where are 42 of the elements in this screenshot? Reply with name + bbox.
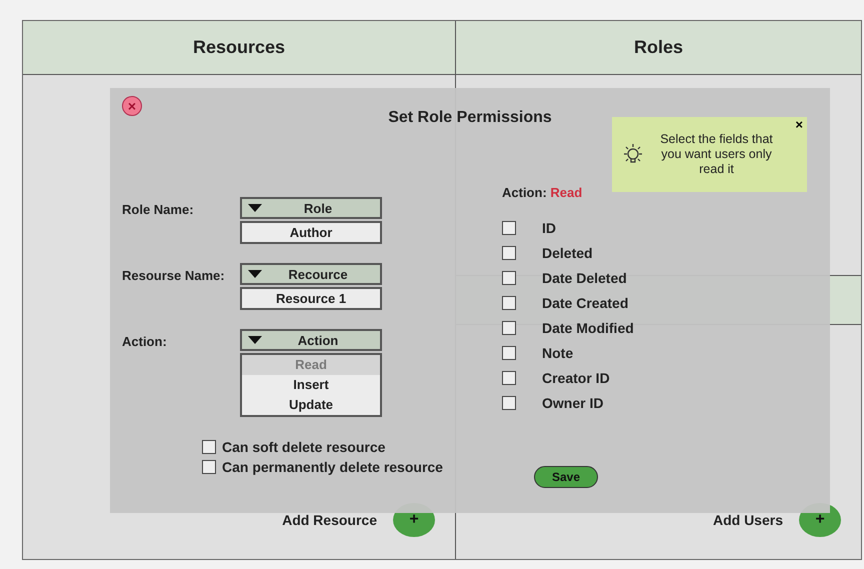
- checkbox[interactable]: [502, 396, 516, 410]
- dropdown-option[interactable]: Insert: [242, 375, 380, 395]
- checkbox[interactable]: [502, 296, 516, 310]
- checkbox-label: Date Modified: [542, 320, 634, 336]
- checkbox[interactable]: [502, 370, 516, 384]
- caret-icon: [248, 270, 262, 278]
- action-text: Action: Read: [502, 185, 584, 200]
- dropdown[interactable]: Action: [240, 329, 382, 351]
- field-label: Resourse Name:: [122, 268, 226, 283]
- field-label: Action:: [122, 334, 168, 349]
- dropdown-value: Resource 1: [240, 287, 382, 310]
- caret-icon: [248, 204, 262, 212]
- tooltip-text: Select the fields that you want users only read it: [659, 132, 774, 177]
- checkbox-label: ID: [542, 220, 556, 236]
- checkbox[interactable]: [202, 440, 216, 454]
- checkbox-label: Creator ID: [542, 370, 610, 386]
- close-button[interactable]: ×: [795, 117, 803, 132]
- checkbox-label: Owner ID: [542, 394, 604, 410]
- add-label: Add Users: [712, 512, 783, 528]
- dropdown[interactable]: Role: [240, 197, 382, 219]
- checkbox-label: Deleted: [542, 244, 593, 260]
- checkbox[interactable]: [502, 320, 516, 334]
- checkbox-label: Date Created: [542, 294, 628, 310]
- checkbox[interactable]: [202, 460, 216, 474]
- add-label: Add Resource: [282, 512, 377, 528]
- checkbox-label: Date Deleted: [542, 270, 627, 286]
- dialog-title: Set Role Permissions: [388, 109, 552, 127]
- checkbox[interactable]: [502, 270, 516, 284]
- checkbox[interactable]: [502, 220, 516, 234]
- checkbox-label: Note: [542, 344, 574, 360]
- panel-header: Resources: [23, 21, 455, 75]
- field-label: Role Name:: [122, 202, 195, 217]
- panel-header: Roles: [456, 21, 861, 75]
- caret-icon: [248, 336, 262, 344]
- checkbox[interactable]: [502, 346, 516, 360]
- checkbox[interactable]: [502, 246, 516, 260]
- checkbox-label: Can permanently delete resource: [222, 459, 443, 475]
- dropdown[interactable]: Recource: [240, 263, 382, 285]
- checkbox-label: Can soft delete resource: [222, 439, 386, 455]
- dropdown-option[interactable]: Update: [242, 395, 380, 415]
- dropdown-value: Author: [240, 221, 382, 244]
- save-button[interactable]: Save: [534, 466, 598, 488]
